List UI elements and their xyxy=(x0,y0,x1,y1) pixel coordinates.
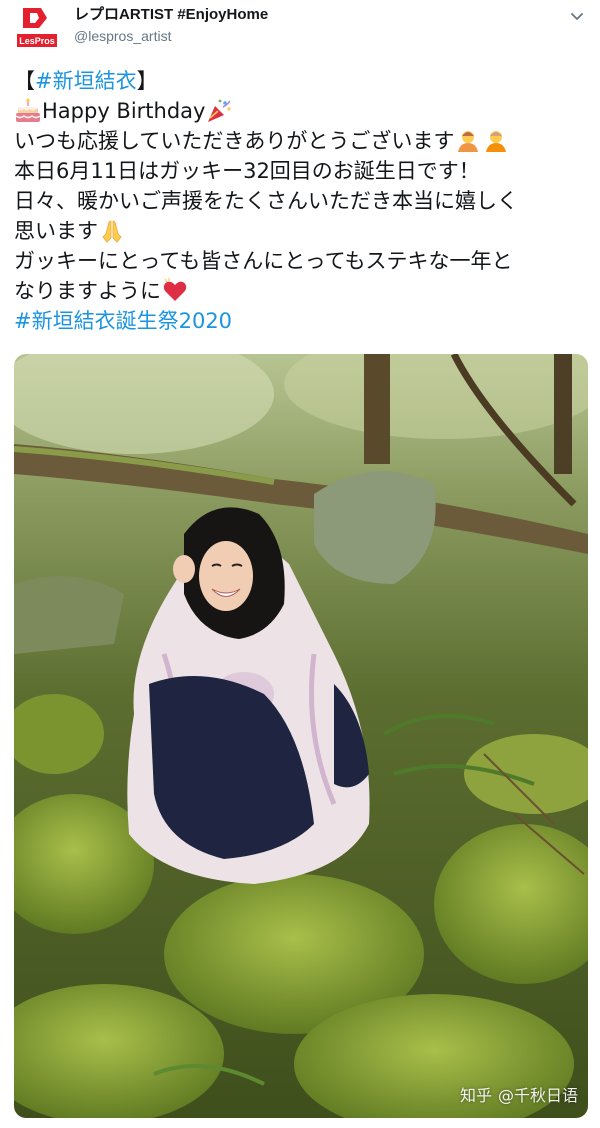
account-info: レプロARTIST #EnjoyHome @lespros_artist xyxy=(74,6,268,46)
tweet-line-4: 本日6月11日はガッキー32回目のお誕生日です！ xyxy=(14,156,586,186)
logo-text: LesPros xyxy=(19,36,55,46)
birthday-cake-icon xyxy=(15,98,41,124)
birthday-text: Happy Birthday xyxy=(42,99,206,123)
tweet-line-6: 思います xyxy=(14,216,586,246)
hashtag-link[interactable]: #新垣結衣 xyxy=(35,66,137,96)
chevron-down-icon[interactable] xyxy=(568,8,586,26)
tweet-line-1: 【#新垣結衣】 xyxy=(14,66,586,96)
gratitude-text-cont: 思います xyxy=(14,219,98,243)
tweet-line-5: 日々、暖かいご声援をたくさんいただき本当に嬉しく xyxy=(14,186,586,216)
tweet-line-2: Happy Birthday xyxy=(14,96,586,126)
hashtag-link[interactable]: #新垣結衣誕生祭2020 xyxy=(14,306,232,336)
gratitude-text: 日々、暖かいご声援をたくさんいただき本当に嬉しく xyxy=(14,189,518,213)
bracket-close: 】 xyxy=(136,69,158,93)
person-bowing-icon xyxy=(455,128,481,154)
heart-icon xyxy=(162,278,188,304)
logo-icon[interactable]: LesPros xyxy=(14,4,60,52)
tweet-line-8: なりますように xyxy=(14,276,586,306)
tweet-line-9: #新垣結衣誕生祭2020 xyxy=(14,306,586,336)
tweet-header: LesPros レプロARTIST #EnjoyHome @lespros_ar… xyxy=(0,0,600,60)
account-handle[interactable]: @lespros_artist xyxy=(74,26,268,46)
folded-hands-icon xyxy=(99,218,125,244)
watermark-author: @千秋日语 xyxy=(497,1086,578,1105)
tweet-line-3: いつも応援していただきありがとうございます xyxy=(14,126,586,156)
watermark-site: 知乎 xyxy=(459,1086,492,1105)
birthday-notice-text: 本日6月11日はガッキー32回目のお誕生日です！ xyxy=(14,159,480,183)
display-name[interactable]: レプロARTIST #EnjoyHome xyxy=(74,6,268,24)
wish-text: ガッキーにとっても皆さんにとってもステキな一年と xyxy=(14,249,513,273)
watermark: 知乎 @千秋日语 xyxy=(460,1082,578,1106)
tweet-text: 【#新垣結衣】 Happy Birthday いつも応援していただきありがとうご… xyxy=(14,66,586,336)
person-bowing-icon xyxy=(483,128,509,154)
bracket-open: 【 xyxy=(14,69,35,93)
wish-text-cont: なりますように xyxy=(14,279,161,303)
thanks-text: いつも応援していただきありがとうございます xyxy=(14,129,455,153)
tweet-line-7: ガッキーにとっても皆さんにとってもステキな一年と xyxy=(14,246,586,276)
party-popper-icon xyxy=(206,98,232,124)
tweet-photo[interactable]: 知乎 @千秋日语 xyxy=(14,354,588,1118)
